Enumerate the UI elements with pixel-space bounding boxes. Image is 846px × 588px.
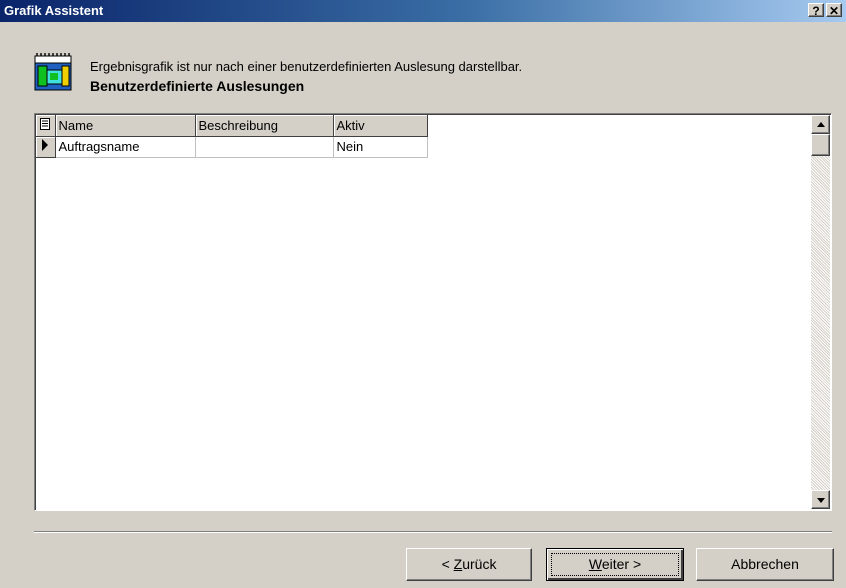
scroll-thumb[interactable] [811,134,830,156]
current-row-arrow-icon [42,139,49,151]
cell-beschreibung[interactable] [195,136,334,158]
scroll-up-button[interactable] [811,115,830,134]
title-bar: Grafik Assistent ? ✕ [0,0,846,22]
arrow-up-icon [817,122,825,127]
back-label-rest: urück [462,556,497,572]
focus-rect [551,553,679,576]
close-button[interactable]: ✕ [826,3,842,18]
scroll-down-button[interactable] [811,490,830,509]
separator [34,531,832,533]
grid-table: Name Beschreibung Aktiv Auftragsname Nei… [36,115,428,158]
grid-header-row: Name Beschreibung Aktiv [36,115,428,137]
auslesungen-grid[interactable]: Name Beschreibung Aktiv Auftragsname Nei… [34,113,832,511]
vertical-scrollbar[interactable] [811,115,830,509]
help-button[interactable]: ? [808,3,824,18]
header-message: Ergebnisgrafik ist nur nach einer benutz… [90,59,523,74]
column-header-beschreibung[interactable]: Beschreibung [195,115,334,137]
row-indicator[interactable] [36,136,56,158]
next-button[interactable]: Weiter > [546,548,684,581]
window-title: Grafik Assistent [4,3,104,18]
wizard-chart-icon [34,53,72,91]
column-header-aktiv[interactable]: Aktiv [333,115,428,137]
cell-name[interactable]: Auftragsname [55,136,196,158]
cell-aktiv[interactable]: Nein [333,136,428,158]
back-button[interactable]: < Zurück [406,548,532,581]
table-row[interactable]: Auftragsname Nein [36,136,428,158]
list-icon [40,117,51,130]
column-header-name[interactable]: Name [55,115,196,137]
row-selector-header[interactable] [36,115,56,137]
cancel-button[interactable]: Abbrechen [696,548,834,581]
back-mnemonic: Z [453,556,463,572]
arrow-down-icon [817,498,825,503]
header-title: Benutzerdefinierte Auslesungen [90,78,305,94]
back-prefix: < [441,556,454,572]
